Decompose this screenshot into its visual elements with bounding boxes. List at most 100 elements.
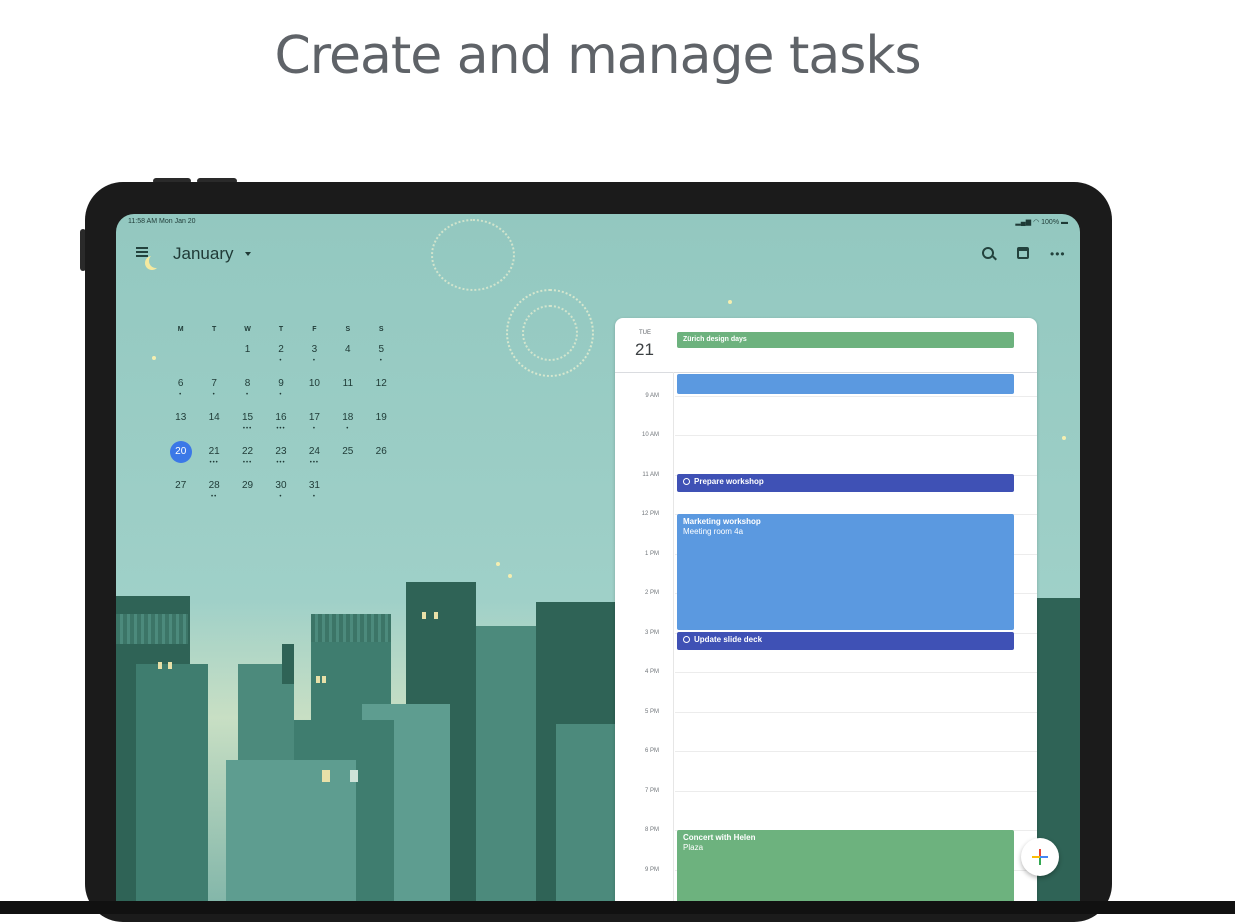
hour-label: 5 PM [644,709,659,715]
star-decoration [1062,436,1066,440]
calendar-day[interactable]: 3 • [298,344,331,378]
calendar-day[interactable]: 15 ••• [231,412,264,446]
calendar-week-row: 27 28 •• 29 30 • 31 • [164,480,398,514]
calendar-day[interactable]: 4 [331,344,364,378]
hour-label: 6 PM [644,748,659,754]
calendar-week-row: 20 21 ••• 22 ••• 23 ••• 24 ••• 25 26 [164,441,398,480]
calendar-day[interactable]: 11 [331,378,364,412]
hour-label: 8 PM [644,827,659,833]
weekday-label: M [177,326,184,333]
hour-label: 1 PM [644,551,659,557]
event-location: Plaza [683,843,704,852]
event-location: Meeting room 4a [683,527,744,536]
calendar-day[interactable]: 7 • [197,378,230,412]
calendar-day[interactable]: 22 ••• [231,446,264,480]
task-prepare-workshop[interactable]: Prepare workshop [677,474,1014,492]
calendar-day[interactable]: 10 [298,378,331,412]
bottom-bar [0,901,1235,914]
calendar-day[interactable]: 17 • [298,412,331,446]
hour-gridline [675,396,1037,397]
chevron-down-icon[interactable] [245,252,251,256]
hour-label: 7 PM [644,788,659,794]
menu-icon[interactable] [136,247,148,257]
hour-gridline [675,672,1037,673]
calendar-day[interactable]: 29 [231,480,264,514]
star-decoration [152,356,156,360]
calendar-day[interactable] [164,344,197,378]
fireworks-decoration [431,219,515,291]
event-marketing-workshop[interactable]: Marketing workshop Meeting room 4a [677,514,1014,630]
calendar-event[interactable] [677,374,1014,394]
more-options-icon[interactable]: ••• [1050,248,1066,260]
calendar-day[interactable]: 19 [365,412,398,446]
calendar-day[interactable]: 26 [365,446,398,480]
calendar-day[interactable]: 18 • [331,412,364,446]
day-number[interactable]: 21 [635,340,654,360]
hour-label: 4 PM [644,669,659,675]
calendar-day[interactable]: 8 • [231,378,264,412]
star-decoration [496,562,500,566]
calendar-day[interactable] [365,480,398,514]
calendar-week-row: 6 • 7 • 8 • 9 • 10 11 12 [164,378,398,412]
calendar-day[interactable]: 28 •• [197,480,230,514]
plus-icon [1032,849,1048,865]
signal-icon: ▂▄▆ [1015,219,1034,226]
event-title: Marketing workshop [683,517,761,526]
event-title: Concert with Helen [683,833,756,842]
weekday-label: W [244,326,251,333]
calendar-day[interactable] [331,480,364,514]
page-headline: Create and manage tasks [274,26,921,86]
hour-gridline [675,435,1037,436]
day-of-week: TUE [639,330,651,336]
task-title: Update slide deck [694,635,763,644]
hour-label: 2 PM [644,590,659,596]
day-view-panel: TUE 21 Zürich design days 9 AM 10 AM 11 … [615,318,1037,914]
calendar-day[interactable]: 5 • [365,344,398,378]
all-day-event[interactable]: Zürich design days [677,332,1014,348]
calendar-day-today[interactable]: 20 [164,441,197,480]
calendar-day[interactable]: 16 ••• [264,412,297,446]
calendar-day[interactable]: 31 • [298,480,331,514]
calendar-day[interactable]: 9 • [264,378,297,412]
tablet-screen: 11:58 AM Mon Jan 20 ▂▄▆ ◠ 100% ▬ January… [116,214,1080,914]
weekday-label: T [211,326,217,333]
calendar-day[interactable]: 6 • [164,378,197,412]
calendar-day[interactable]: 12 [365,378,398,412]
create-fab-button[interactable] [1021,838,1059,876]
weekday-header-row: M T W T F S S [164,326,398,344]
task-update-slide-deck[interactable]: Update slide deck [677,632,1014,650]
task-title: Prepare workshop [694,477,764,486]
hour-label: 12 PM [641,511,659,517]
calendar-day[interactable]: 2 • [264,344,297,378]
calendar-week-row: 13 14 15 ••• 16 ••• 17 • 18 • 19 [164,412,398,446]
hour-label: 9 PM [644,867,659,873]
hour-gridline [675,751,1037,752]
hour-label: 11 AM [642,472,659,478]
hour-gridline [675,712,1037,713]
calendar-today-icon[interactable] [1017,247,1029,259]
all-day-divider [615,372,1037,373]
hour-gridline [675,791,1037,792]
weekday-label: T [278,326,284,333]
battery-percent: 100% [1041,219,1060,226]
calendar-day[interactable]: 23 ••• [264,446,297,480]
calendar-day[interactable]: 1 [231,344,264,378]
weekday-label: S [345,326,351,333]
calendar-day[interactable]: 25 [331,446,364,480]
calendar-day[interactable] [197,344,230,378]
star-decoration [728,300,732,304]
task-check-icon [683,636,690,643]
calendar-day[interactable]: 27 [164,480,197,514]
calendar-day[interactable]: 30 • [264,480,297,514]
calendar-day[interactable]: 24 ••• [298,446,331,480]
month-title[interactable]: January [173,244,233,264]
battery-icon: ▬ [1059,219,1068,226]
calendar-day[interactable]: 21 ••• [197,446,230,480]
hour-label: 9 AM [645,393,659,399]
search-icon[interactable] [982,247,994,259]
status-battery: ▂▄▆ ◠ 100% ▬ [1015,218,1068,226]
task-check-icon [683,478,690,485]
mini-calendar: M T W T F S S 1 2 • 3 • 4 5 • 6 • 7 • 8 • 9 • 1… [164,326,398,514]
moon-icon [149,254,163,268]
calendar-day[interactable]: 14 [197,412,230,446]
